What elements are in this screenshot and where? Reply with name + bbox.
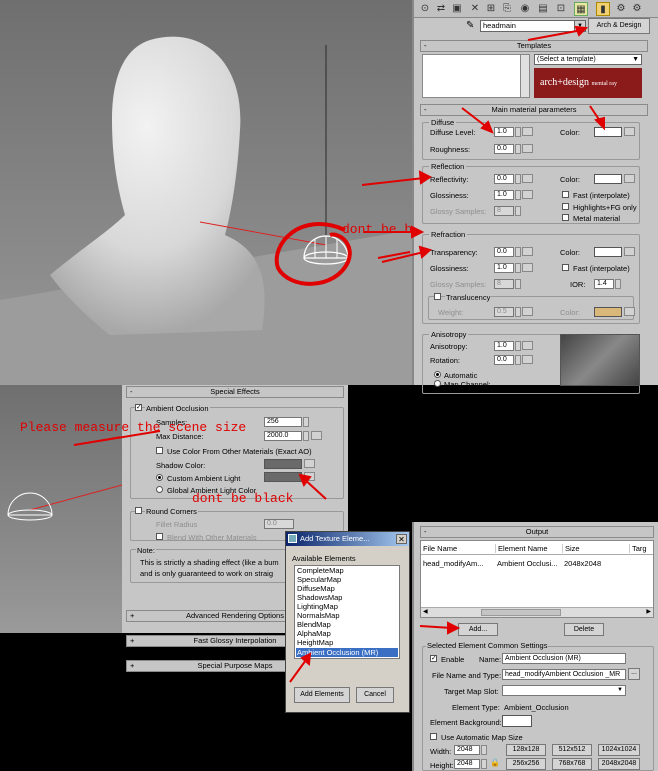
size-preset-512[interactable]: 512x512 <box>552 744 592 756</box>
scroll-right-icon[interactable]: ▶ <box>646 608 651 615</box>
col-size[interactable]: Size <box>562 544 580 553</box>
size-preset-768[interactable]: 768x768 <box>552 758 592 770</box>
dialog-app-icon <box>288 534 297 543</box>
delete-button[interactable]: Delete <box>564 623 604 636</box>
bottom-annotation-arrows <box>73 430 327 500</box>
output-title: Output <box>525 527 549 536</box>
size-preset-2048[interactable]: 2048x2048 <box>598 758 640 770</box>
lock-icon[interactable]: 🔒 <box>490 758 500 767</box>
note-line-1: This is strictly a shading effect (like … <box>140 558 279 567</box>
fillet-radius-field[interactable]: 0.0 <box>264 519 294 529</box>
enable-label: Enable <box>441 655 465 664</box>
target-map-slot-label: Target Map Slot: <box>444 687 499 696</box>
auto-map-size-label: Use Automatic Map Size <box>441 733 523 742</box>
target-map-slot-select[interactable]: ▼ <box>502 685 626 696</box>
fillet-radius-label: Fillet Radius <box>156 520 198 529</box>
element-background-swatch[interactable] <box>502 715 532 727</box>
fast-glossy-title: Fast Glossy Interpolation <box>193 636 277 645</box>
element-name-field[interactable]: Ambient Occlusion (MR) <box>502 653 626 664</box>
element-type-label: Element Type: <box>452 703 500 712</box>
element-background-label: Element Background: <box>430 718 502 727</box>
size-preset-1024[interactable]: 1024x1024 <box>598 744 640 756</box>
width-label: Width: <box>430 747 452 756</box>
table-row[interactable]: head_modifyAm... Ambient Occlusi... 2048… <box>421 557 653 569</box>
blend-checkbox[interactable] <box>156 533 163 540</box>
dialog-titlebar[interactable]: Add Texture Eleme... ✕ <box>286 532 409 546</box>
note-title: Note: <box>136 546 156 555</box>
output-header[interactable]: - Output <box>420 526 654 538</box>
height-field[interactable]: 2048 <box>454 759 480 769</box>
settings-title: Selected Element Common Settings <box>426 641 549 650</box>
element-type-value: Ambient_Occlusion <box>504 703 569 712</box>
row-file-name: head_modifyAm... <box>423 559 484 568</box>
col-element-name[interactable]: Element Name <box>495 544 548 553</box>
file-name-type-label: File Name and Type: <box>432 671 502 680</box>
col-file-name[interactable]: File Name <box>423 544 457 553</box>
output-table-header: File Name Element Name Size Targ <box>421 541 653 555</box>
blend-label: Blend With Other Materials <box>167 533 257 542</box>
col-target[interactable]: Targ <box>629 544 647 553</box>
output-panel: - Output File Name Element Name Size Targ… <box>412 522 658 771</box>
browse-button[interactable]: ... <box>628 668 640 680</box>
cancel-button[interactable]: Cancel <box>356 687 394 703</box>
dialog-title: Add Texture Eleme... <box>300 534 370 543</box>
file-name-field[interactable]: head_modifyAmbient Occlusion _MR <box>502 669 626 680</box>
scrollbar-thumb[interactable] <box>481 609 561 616</box>
row-size: 2048x2048 <box>564 559 602 568</box>
advanced-rendering-title: Advanced Rendering Options <box>186 611 284 620</box>
available-elements-label: Available Elements <box>292 554 356 563</box>
height-label: Height: <box>430 761 454 770</box>
size-preset-128[interactable]: 128x128 <box>506 744 546 756</box>
top-annotation-arrows <box>361 25 605 263</box>
output-annotation-arrow <box>419 621 461 635</box>
element-name-value: Ambient Occlusion (MR) <box>505 655 581 662</box>
auto-map-size-checkbox[interactable] <box>430 733 437 740</box>
height-spinner[interactable] <box>481 759 487 769</box>
width-spinner[interactable] <box>481 745 487 755</box>
output-table: File Name Element Name Size Targ head_mo… <box>420 540 654 618</box>
note-line-2: and is only guaranteed to work on straig <box>140 569 273 578</box>
width-field[interactable]: 2048 <box>454 745 480 755</box>
name-label: Name: <box>479 655 502 664</box>
special-purpose-title: Special Purpose Maps <box>197 661 273 670</box>
enable-checkbox[interactable]: ✓ <box>430 655 437 662</box>
size-preset-256[interactable]: 256x256 <box>506 758 546 770</box>
close-icon[interactable]: ✕ <box>396 534 407 544</box>
dialog-annotation-arrow <box>289 652 312 683</box>
row-element-name: Ambient Occlusi... <box>497 559 558 568</box>
file-name-value: head_modifyAmbient Occlusion _MR <box>505 671 621 678</box>
chevron-down-icon: ▼ <box>617 687 623 693</box>
